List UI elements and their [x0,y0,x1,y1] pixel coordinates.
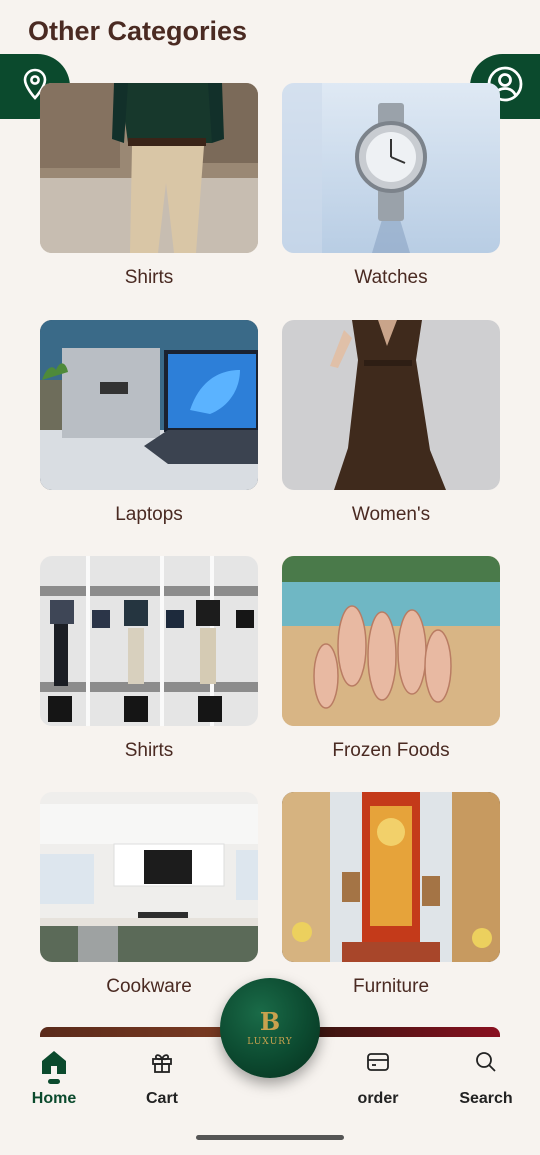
category-card-cookware[interactable]: Cookware [40,792,258,998]
category-card-frozen-foods[interactable]: Frozen Foods [282,556,500,762]
luxury-home-button[interactable]: B LUXURY [220,978,320,1078]
kitchen-photo [40,792,258,962]
dress-photo [282,320,500,490]
shrimp-photo [282,556,500,726]
nav-label: Cart [145,1090,178,1107]
category-label: Shirts [124,740,174,761]
active-indicator [48,1079,60,1084]
search-icon [472,1048,500,1076]
pooja-room-photo [282,792,500,962]
nav-cart[interactable]: Cart [117,1048,207,1108]
category-card-womens[interactable]: Women's [282,320,500,526]
nav-home[interactable]: Home [9,1048,99,1108]
category-label: Watches [354,267,428,288]
category-label: Laptops [115,504,183,525]
nav-search[interactable]: Search [441,1048,531,1108]
category-label: Frozen Foods [332,740,450,761]
page-title: Other Categories [28,16,248,46]
nav-label: Home [31,1090,77,1107]
shirt-catalog-photo [40,556,258,726]
category-label: Shirts [124,267,174,288]
category-label: Women's [351,504,431,525]
nav-order[interactable]: order [333,1048,423,1108]
category-label: Furniture [352,976,430,997]
nav-label: order [357,1090,399,1107]
category-card-shirts-2[interactable]: Shirts [40,556,258,762]
brand-logo-text: LUXURY [247,1036,293,1047]
laptop-photo [40,320,258,490]
card-icon [364,1048,392,1076]
category-card-shirts[interactable]: Shirts [40,83,258,289]
nav-label: Search [459,1090,513,1107]
gift-icon [148,1048,176,1076]
system-home-indicator[interactable] [196,1135,344,1140]
category-label: Cookware [106,976,192,997]
category-card-laptops[interactable]: Laptops [40,320,258,526]
man-in-shirt-photo [40,83,258,253]
brand-logo-letter: B [259,1006,281,1036]
category-card-watches[interactable]: Watches [282,83,500,289]
home-icon [40,1048,68,1076]
category-card-furniture[interactable]: Furniture [282,792,500,998]
watch-photo [282,83,500,253]
